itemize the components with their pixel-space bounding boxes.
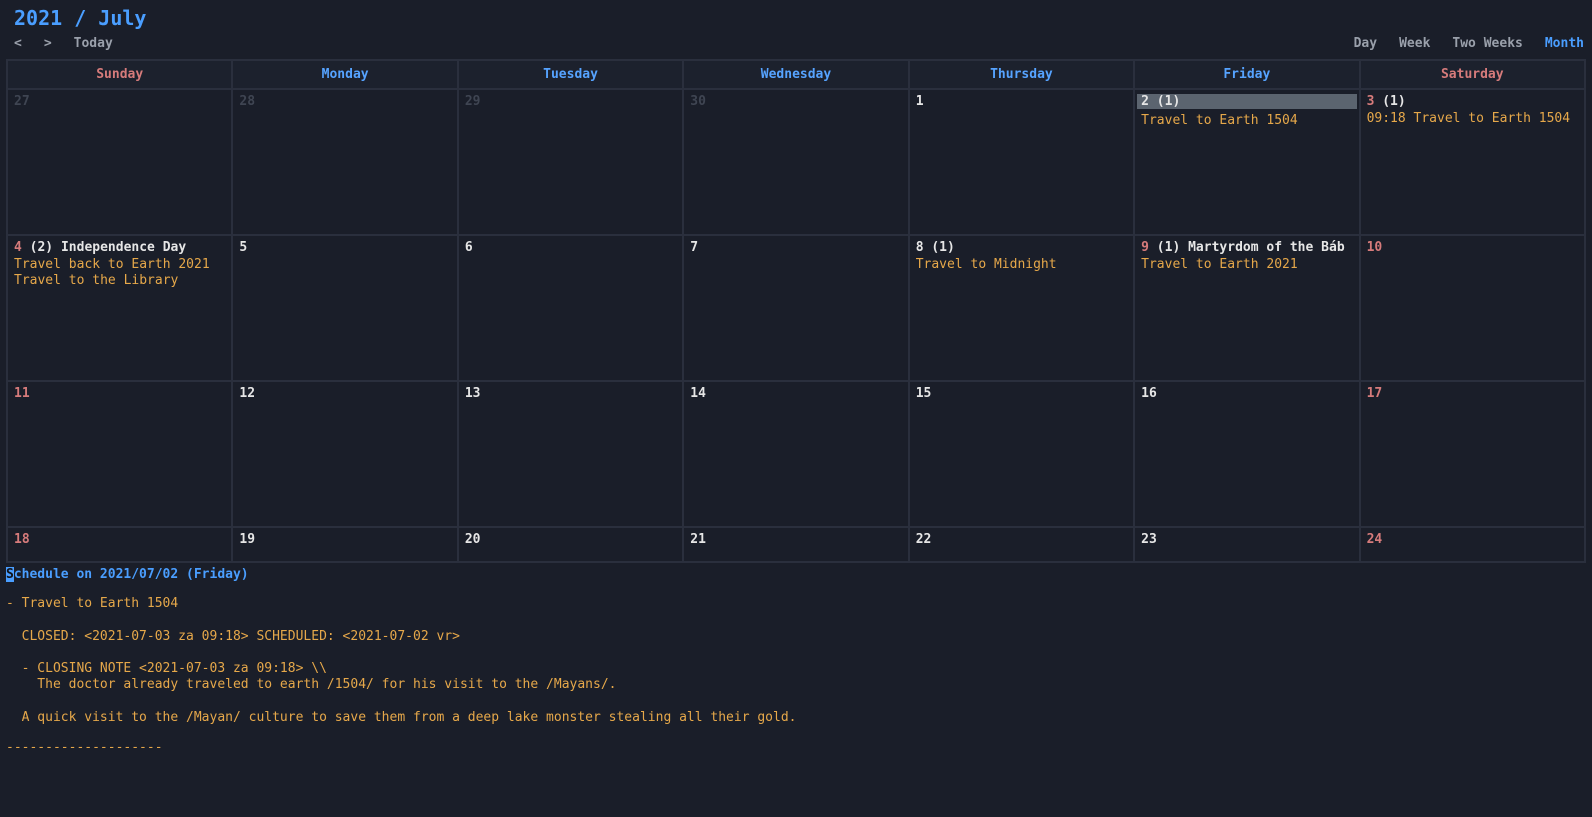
day-label: 2 (1) <box>1137 94 1356 109</box>
day-label: 6 <box>465 240 676 255</box>
event[interactable]: Travel to Earth 1504 <box>1141 113 1352 129</box>
day-cell[interactable]: 11 <box>7 381 232 527</box>
event[interactable]: 09:18 Travel to Earth 1504 <box>1367 111 1578 127</box>
dow-header: Saturday <box>1360 60 1585 89</box>
day-cell[interactable]: 30 <box>683 89 908 235</box>
day-label: 7 <box>690 240 901 255</box>
view-day[interactable]: Day <box>1354 36 1377 51</box>
day-cell[interactable]: 16 <box>1134 381 1359 527</box>
day-label: 15 <box>916 386 1127 401</box>
toolbar: < > Today Day Week Two Weeks Month <box>0 32 1592 59</box>
today-button[interactable]: Today <box>74 36 113 51</box>
day-label: 11 <box>14 386 225 401</box>
day-label: 14 <box>690 386 901 401</box>
day-cell[interactable]: 4 (2) Independence Day Travel back to Ear… <box>7 235 232 381</box>
day-cell[interactable]: 9 (1) Martyrdom of the Báb Travel to Eart… <box>1134 235 1359 381</box>
day-cell[interactable]: 24 <box>1360 527 1585 562</box>
view-month[interactable]: Month <box>1545 36 1584 51</box>
event[interactable]: Travel to Earth 2021 <box>1141 257 1352 273</box>
day-label: 12 <box>239 386 450 401</box>
day-cell[interactable]: 8 (1) Travel to Midnight <box>909 235 1134 381</box>
day-label: 10 <box>1367 240 1578 255</box>
cursor: S <box>6 567 14 582</box>
events: Travel to Earth 1504 <box>1141 113 1352 129</box>
calendar-grid: SundayMondayTuesdayWednesdayThursdayFrid… <box>6 59 1586 563</box>
day-cell[interactable]: 1 <box>909 89 1134 235</box>
view-two-weeks[interactable]: Two Weeks <box>1452 36 1522 51</box>
day-cell[interactable]: 27 <box>7 89 232 235</box>
day-label: 8 (1) <box>916 240 1127 255</box>
event[interactable]: Travel to the Library <box>14 273 225 289</box>
day-label: 3 (1) <box>1367 94 1578 109</box>
events: Travel to Midnight <box>916 257 1127 273</box>
day-cell[interactable]: 13 <box>458 381 683 527</box>
day-cell[interactable]: 3 (1) 09:18 Travel to Earth 1504 <box>1360 89 1585 235</box>
detail-title: Schedule on 2021/07/02 (Friday) <box>6 567 1586 582</box>
prev-button[interactable]: < <box>14 36 22 51</box>
day-cell[interactable]: 10 <box>1360 235 1585 381</box>
events: Travel to Earth 2021 <box>1141 257 1352 273</box>
day-label: 21 <box>690 532 901 547</box>
view-week[interactable]: Week <box>1399 36 1430 51</box>
day-cell[interactable]: 29 <box>458 89 683 235</box>
page-title: 2021 / July <box>8 4 1584 32</box>
day-label: 5 <box>239 240 450 255</box>
day-label: 1 <box>916 94 1127 109</box>
detail-body: - Travel to Earth 1504 CLOSED: <2021-07-… <box>6 596 1586 726</box>
day-label: 17 <box>1367 386 1578 401</box>
dow-header: Tuesday <box>458 60 683 89</box>
day-label: 28 <box>239 94 450 109</box>
dow-header: Wednesday <box>683 60 908 89</box>
day-cell[interactable]: 18 <box>7 527 232 562</box>
day-cell[interactable]: 17 <box>1360 381 1585 527</box>
day-label: 22 <box>916 532 1127 547</box>
day-label: 4 (2) Independence Day <box>14 240 225 255</box>
day-label: 30 <box>690 94 901 109</box>
day-cell[interactable]: 7 <box>683 235 908 381</box>
dow-header: Monday <box>232 60 457 89</box>
day-label: 23 <box>1141 532 1352 547</box>
day-cell[interactable]: 6 <box>458 235 683 381</box>
detail-pane: Schedule on 2021/07/02 (Friday) - Travel… <box>0 563 1592 817</box>
day-cell[interactable]: 15 <box>909 381 1134 527</box>
day-label: 13 <box>465 386 676 401</box>
day-label: 18 <box>14 532 225 547</box>
day-cell[interactable]: 5 <box>232 235 457 381</box>
event[interactable]: Travel to Midnight <box>916 257 1127 273</box>
day-label: 16 <box>1141 386 1352 401</box>
day-label: 24 <box>1367 532 1578 547</box>
dow-header: Friday <box>1134 60 1359 89</box>
day-label: 20 <box>465 532 676 547</box>
day-label: 27 <box>14 94 225 109</box>
events: Travel back to Earth 2021Travel to the L… <box>14 257 225 290</box>
day-label: 9 (1) Martyrdom of the Báb <box>1141 240 1352 255</box>
dow-header: Thursday <box>909 60 1134 89</box>
view-switcher: Day Week Two Weeks Month <box>1354 36 1584 51</box>
next-button[interactable]: > <box>44 36 52 51</box>
events: 09:18 Travel to Earth 1504 <box>1367 111 1578 127</box>
day-cell[interactable]: 12 <box>232 381 457 527</box>
day-cell[interactable]: 28 <box>232 89 457 235</box>
detail-title-text: chedule on 2021/07/02 (Friday) <box>14 567 249 582</box>
day-label: 29 <box>465 94 676 109</box>
day-cell[interactable]: 22 <box>909 527 1134 562</box>
day-label: 19 <box>239 532 450 547</box>
day-cell[interactable]: 19 <box>232 527 457 562</box>
detail-rule: -------------------- <box>6 740 1586 755</box>
event[interactable]: Travel back to Earth 2021 <box>14 257 225 273</box>
day-cell[interactable]: 23 <box>1134 527 1359 562</box>
day-cell[interactable]: 21 <box>683 527 908 562</box>
day-cell[interactable]: 20 <box>458 527 683 562</box>
dow-header: Sunday <box>7 60 232 89</box>
day-cell[interactable]: 2 (1) Travel to Earth 1504 <box>1134 89 1359 235</box>
day-cell[interactable]: 14 <box>683 381 908 527</box>
